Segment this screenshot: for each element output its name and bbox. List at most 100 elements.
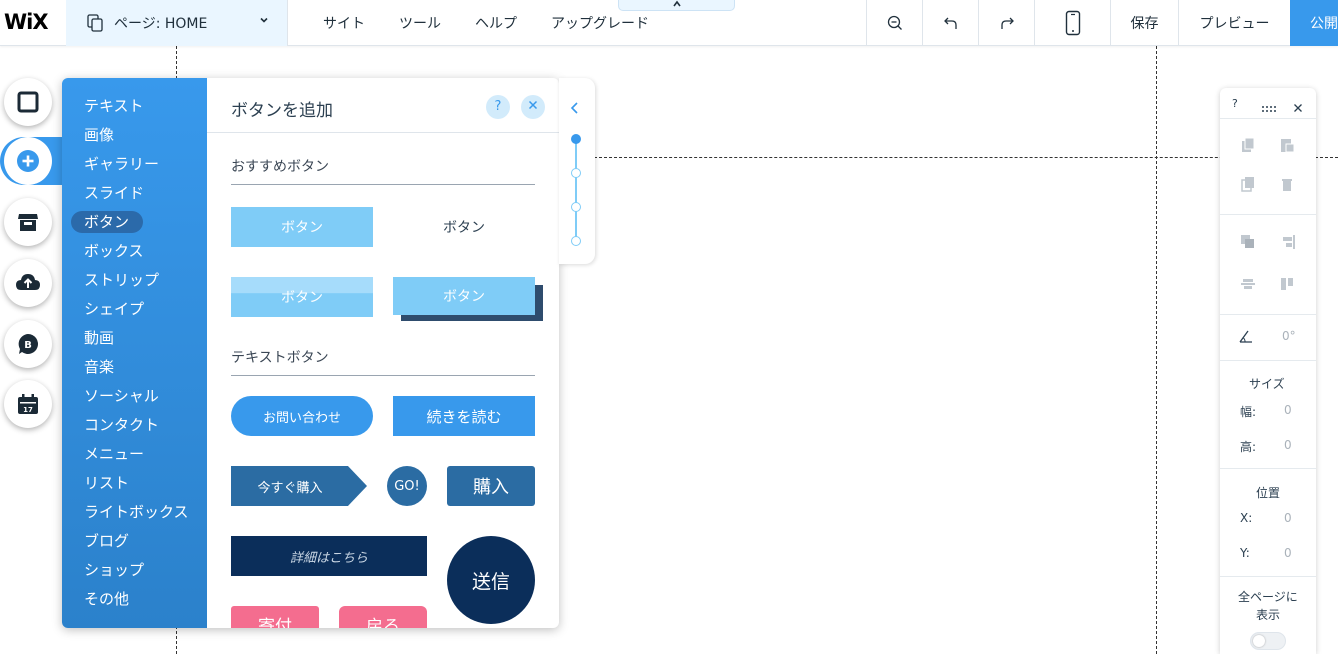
align-right-icon[interactable] [1279, 234, 1295, 250]
contact-button-preset[interactable]: お問い合わせ [231, 396, 373, 436]
delete-icon[interactable] [1279, 176, 1295, 192]
preview-button[interactable]: プレビュー [1178, 0, 1290, 46]
category-list-item[interactable]: リスト [62, 469, 207, 498]
section-recommended-buttons: おすすめボタン [231, 156, 535, 185]
undo-button[interactable] [922, 0, 978, 46]
inspector-help-button[interactable]: ? [1232, 97, 1238, 110]
drag-handle-icon[interactable] [1261, 98, 1277, 114]
blog-button[interactable]: B [4, 320, 52, 368]
mobile-phone-icon [1065, 10, 1080, 36]
category-shop[interactable]: ショップ [62, 556, 207, 585]
category-text[interactable]: テキスト [62, 92, 207, 121]
x-value[interactable]: 0 [1284, 511, 1292, 525]
chevron-down-icon [259, 14, 269, 28]
duplicate-icon[interactable] [1240, 176, 1256, 192]
button-preset-4[interactable]: ボタン [393, 277, 535, 315]
page-selector-label: ページ: HOME [114, 16, 208, 32]
category-slideshow[interactable]: スライド [62, 179, 207, 208]
size-section-title: サイズ [1249, 377, 1285, 391]
page-selector[interactable]: ページ: HOME [66, 0, 288, 46]
app-market-button[interactable] [4, 198, 52, 246]
category-image[interactable]: 画像 [62, 121, 207, 150]
match-size-icon[interactable] [1279, 276, 1295, 292]
background-icon [17, 91, 39, 113]
width-label: 幅: [1240, 405, 1257, 419]
add-button[interactable] [4, 137, 52, 185]
wix-logo[interactable]: WiX [4, 10, 49, 34]
menu-upgrade[interactable]: アップグレード [534, 13, 666, 33]
category-video[interactable]: 動画 [62, 324, 207, 353]
show-on-all-pages-label: 全ページに [1238, 590, 1298, 604]
undo-icon [943, 17, 957, 29]
button-preset-3[interactable]: ボタン [231, 277, 373, 317]
section-dot[interactable] [571, 236, 581, 246]
category-lightbox[interactable]: ライトボックス [62, 498, 207, 527]
rotate-icon[interactable] [1238, 328, 1254, 344]
category-shape[interactable]: シェイプ [62, 295, 207, 324]
purchase-button-preset[interactable]: 購入 [447, 466, 535, 506]
cloud-upload-icon [16, 274, 40, 290]
help-button[interactable]: ? [486, 95, 510, 119]
toggle-knob [1253, 635, 1265, 647]
zoom-out-button[interactable] [866, 0, 922, 46]
back-button-preset[interactable]: 戻る [339, 606, 427, 628]
button-preset-2[interactable]: ボタン [393, 207, 535, 247]
category-contact[interactable]: コンタクト [62, 411, 207, 440]
paste-icon[interactable] [1279, 137, 1295, 153]
bookings-button[interactable]: 17 [4, 380, 52, 428]
section-dot[interactable] [571, 168, 581, 178]
details-button-preset[interactable]: 詳細はこちら [231, 536, 427, 576]
section-dot-active[interactable] [571, 134, 581, 144]
read-more-button-preset[interactable]: 続きを読む [393, 396, 535, 436]
category-gallery[interactable]: ギャラリー [62, 150, 207, 179]
category-blog[interactable]: ブログ [62, 527, 207, 556]
upload-button[interactable] [4, 259, 52, 307]
svg-text:B: B [24, 340, 32, 351]
section-dot[interactable] [571, 202, 581, 212]
svg-text:17: 17 [23, 406, 33, 414]
send-button-preset[interactable]: 送信 [447, 536, 535, 624]
arrange-icon[interactable] [1240, 234, 1256, 250]
category-box[interactable]: ボックス [62, 237, 207, 266]
category-button[interactable]: ボタン [62, 208, 207, 237]
close-panel-button[interactable] [521, 95, 545, 119]
x-label: X: [1240, 511, 1253, 525]
donate-button-preset[interactable]: 寄付 [231, 606, 319, 628]
chevron-left-icon [570, 102, 578, 114]
mobile-view-button[interactable] [1034, 0, 1110, 46]
collapse-panel-button[interactable] [569, 100, 581, 119]
redo-button[interactable] [978, 0, 1034, 46]
panel-content: ボタンを追加 ? おすすめボタン ボタン ボタン ボタン ボタン テキストボタン… [207, 78, 559, 628]
canvas-guide-right [1156, 46, 1157, 654]
category-social[interactable]: ソーシャル [62, 382, 207, 411]
menu-site[interactable]: サイト [306, 13, 382, 33]
category-strip[interactable]: ストリップ [62, 266, 207, 295]
redo-icon [1000, 17, 1014, 29]
close-inspector-button[interactable] [1293, 98, 1309, 114]
show-on-all-pages-label-2: 表示 [1256, 608, 1281, 622]
width-value[interactable]: 0 [1284, 403, 1292, 417]
publish-button[interactable]: 公開 [1290, 0, 1338, 46]
section-track [575, 140, 577, 242]
position-section-title: 位置 [1256, 486, 1281, 500]
category-music[interactable]: 音楽 [62, 353, 207, 382]
y-value[interactable]: 0 [1284, 546, 1292, 560]
copy-icon[interactable] [1240, 137, 1256, 153]
height-value[interactable]: 0 [1284, 438, 1292, 452]
collapse-topbar-tab[interactable] [618, 0, 735, 11]
menu-tools[interactable]: ツール [382, 13, 458, 33]
go-button-preset[interactable]: GO! [387, 466, 427, 506]
background-button[interactable] [4, 78, 52, 126]
save-button[interactable]: 保存 [1110, 0, 1178, 46]
y-label: Y: [1240, 546, 1250, 560]
menu-help[interactable]: ヘルプ [458, 13, 534, 33]
rotation-value[interactable]: 0° [1282, 329, 1296, 343]
button-preset-1[interactable]: ボタン [231, 207, 373, 247]
category-menu[interactable]: メニュー [62, 440, 207, 469]
height-label: 高: [1240, 440, 1257, 454]
panel-title: ボタンを追加 [231, 101, 333, 121]
show-on-all-pages-toggle[interactable] [1250, 632, 1286, 650]
category-more[interactable]: その他 [62, 585, 207, 614]
distribute-icon[interactable] [1240, 276, 1256, 292]
buy-now-button-preset[interactable]: 今すぐ購入 [231, 466, 367, 506]
